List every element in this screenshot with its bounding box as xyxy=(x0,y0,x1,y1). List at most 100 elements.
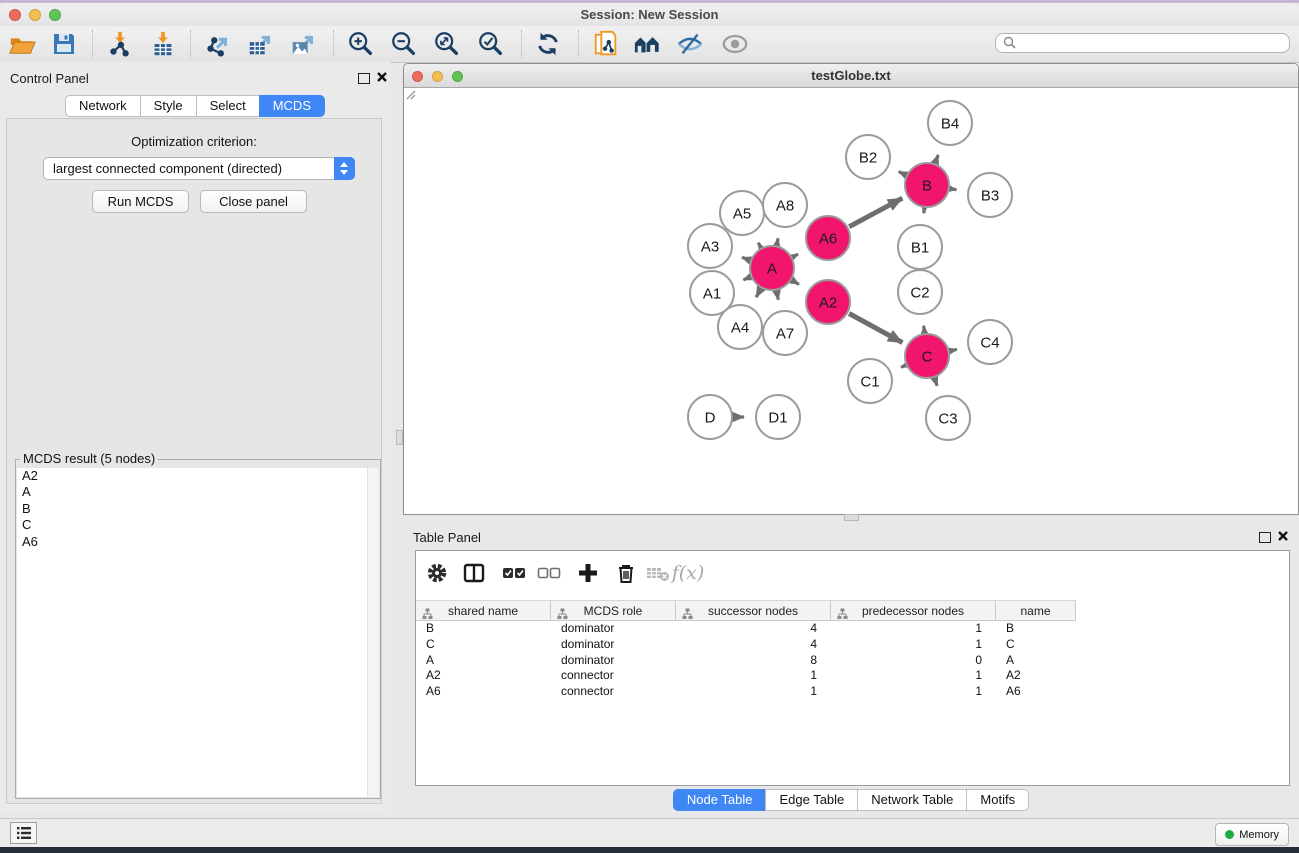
tab-network[interactable]: Network xyxy=(65,95,141,117)
table-row[interactable]: A2connector11A2 xyxy=(416,668,1289,684)
graph-edge-B-B1[interactable] xyxy=(924,209,925,213)
graph-node-B1[interactable]: B1 xyxy=(898,225,942,269)
import-network-icon[interactable] xyxy=(105,29,135,59)
float-panel-icon[interactable] xyxy=(358,73,370,84)
graph-edge-A-A8[interactable] xyxy=(777,238,778,244)
table-cell[interactable]: 1 xyxy=(676,684,831,700)
zoom-selected-icon[interactable] xyxy=(476,29,506,59)
mcds-result-item[interactable]: A xyxy=(17,484,379,500)
graph-edge-A6-B[interactable] xyxy=(849,198,902,227)
graph-node-C3[interactable]: C3 xyxy=(926,396,970,440)
graph-node-D1[interactable]: D1 xyxy=(756,395,800,439)
column-header-mcds-role[interactable]: MCDS role xyxy=(551,600,676,621)
import-table-icon[interactable] xyxy=(148,29,178,59)
tab-network-table[interactable]: Network Table xyxy=(857,789,967,811)
table-cell[interactable]: C xyxy=(996,637,1076,653)
tab-node-table[interactable]: Node Table xyxy=(673,789,767,811)
table-cell[interactable]: B xyxy=(996,621,1076,637)
table-cell[interactable]: 1 xyxy=(831,637,996,653)
graph-node-C1[interactable]: C1 xyxy=(848,359,892,403)
tab-mcds[interactable]: MCDS xyxy=(259,95,325,117)
close-panel-icon[interactable] xyxy=(376,71,388,83)
table-cell[interactable]: A2 xyxy=(416,668,551,684)
show-columns-icon[interactable] xyxy=(460,559,488,587)
table-cell[interactable]: 1 xyxy=(831,621,996,637)
column-header-name[interactable]: name xyxy=(996,600,1076,621)
graph-edge-C-C2[interactable] xyxy=(924,326,925,332)
float-table-panel-icon[interactable] xyxy=(1259,532,1271,543)
graph-node-A5[interactable]: A5 xyxy=(720,191,764,235)
table-row[interactable]: Cdominator41C xyxy=(416,637,1289,653)
network-canvas[interactable]: B4B2BB3A5A8A6A3B1AA1C2A2A4A7CC4C1C3DD1 xyxy=(404,88,1298,514)
graph-node-B2[interactable]: B2 xyxy=(846,135,890,179)
graph-edge-A2-C[interactable] xyxy=(849,314,902,343)
show-all-icon[interactable] xyxy=(720,29,750,59)
horizontal-splitter-handle[interactable] xyxy=(844,514,859,521)
tab-motifs[interactable]: Motifs xyxy=(966,789,1029,811)
table-cell[interactable]: 0 xyxy=(831,653,996,669)
graph-node-C4[interactable]: C4 xyxy=(968,320,1012,364)
export-table-icon[interactable] xyxy=(245,29,275,59)
table-cell[interactable]: connector xyxy=(551,684,676,700)
close-panel-button[interactable]: Close panel xyxy=(200,190,307,213)
export-image-icon[interactable] xyxy=(288,29,318,59)
graph-node-B3[interactable]: B3 xyxy=(968,173,1012,217)
list-scrollbar[interactable] xyxy=(367,468,379,797)
table-row[interactable]: Adominator80A xyxy=(416,653,1289,669)
graph-edge-A-A6[interactable] xyxy=(793,254,798,257)
graph-edge-C-C1[interactable] xyxy=(901,366,905,368)
graph-node-B4[interactable]: B4 xyxy=(928,101,972,145)
table-cell[interactable]: connector xyxy=(551,668,676,684)
table-cell[interactable]: A2 xyxy=(996,668,1076,684)
graph-edge-A-A1[interactable] xyxy=(743,277,749,280)
mcds-result-item[interactable]: C xyxy=(17,517,379,533)
new-network-icon[interactable] xyxy=(591,29,621,59)
graph-node-C2[interactable]: C2 xyxy=(898,270,942,314)
table-cell[interactable]: dominator xyxy=(551,653,676,669)
memory-button[interactable]: Memory xyxy=(1215,823,1289,846)
table-cell[interactable]: 1 xyxy=(831,668,996,684)
table-cell[interactable]: A xyxy=(996,653,1076,669)
save-session-icon[interactable] xyxy=(49,29,79,59)
criterion-dropdown[interactable]: largest connected component (directed) xyxy=(43,157,355,180)
graph-node-A6[interactable]: A6 xyxy=(806,216,850,260)
graph-edge-A-A4[interactable] xyxy=(756,289,760,297)
table-cell[interactable]: A xyxy=(416,653,551,669)
table-row[interactable]: Bdominator41B xyxy=(416,621,1289,637)
graph-node-A8[interactable]: A8 xyxy=(763,183,807,227)
graph-edge-A-A5[interactable] xyxy=(758,243,760,247)
tab-edge-table[interactable]: Edge Table xyxy=(765,789,858,811)
table-cell[interactable]: A6 xyxy=(996,684,1076,700)
graph-edge-A-A3[interactable] xyxy=(742,257,749,260)
tab-select[interactable]: Select xyxy=(196,95,260,117)
tab-style[interactable]: Style xyxy=(140,95,197,117)
mcds-result-item[interactable]: B xyxy=(17,501,379,517)
table-cell[interactable]: A6 xyxy=(416,684,551,700)
mcds-result-item[interactable]: A2 xyxy=(17,468,379,484)
resize-grip-icon[interactable] xyxy=(404,88,416,100)
apply-layout-icon[interactable] xyxy=(533,29,563,59)
first-neighbors-icon[interactable] xyxy=(632,29,662,59)
hide-selected-icon[interactable] xyxy=(675,29,705,59)
network-window-titlebar[interactable]: testGlobe.txt xyxy=(404,64,1298,88)
graph-node-B[interactable]: B xyxy=(905,163,949,207)
export-network-icon[interactable] xyxy=(203,29,233,59)
open-session-icon[interactable] xyxy=(7,29,37,59)
close-table-panel-icon[interactable] xyxy=(1277,530,1289,542)
table-cell[interactable]: dominator xyxy=(551,637,676,653)
graph-edge-C-C3[interactable] xyxy=(935,379,937,386)
graph-edge-B-B2[interactable] xyxy=(899,172,906,175)
table-settings-icon[interactable] xyxy=(423,559,451,587)
table-cell[interactable]: 8 xyxy=(676,653,831,669)
column-header-shared-name[interactable]: shared name xyxy=(416,600,551,621)
mcds-result-item[interactable]: A6 xyxy=(17,534,379,550)
graph-edge-A-A2[interactable] xyxy=(793,281,799,285)
table-cell[interactable]: 4 xyxy=(676,637,831,653)
vertical-splitter-handle[interactable] xyxy=(396,430,403,445)
graph-edge-A-A7[interactable] xyxy=(777,292,779,300)
table-cell[interactable]: 1 xyxy=(831,684,996,700)
table-cell[interactable]: C xyxy=(416,637,551,653)
table-cell[interactable]: dominator xyxy=(551,621,676,637)
table-cell[interactable]: 1 xyxy=(676,668,831,684)
graph-edge-C-C4[interactable] xyxy=(950,349,956,350)
